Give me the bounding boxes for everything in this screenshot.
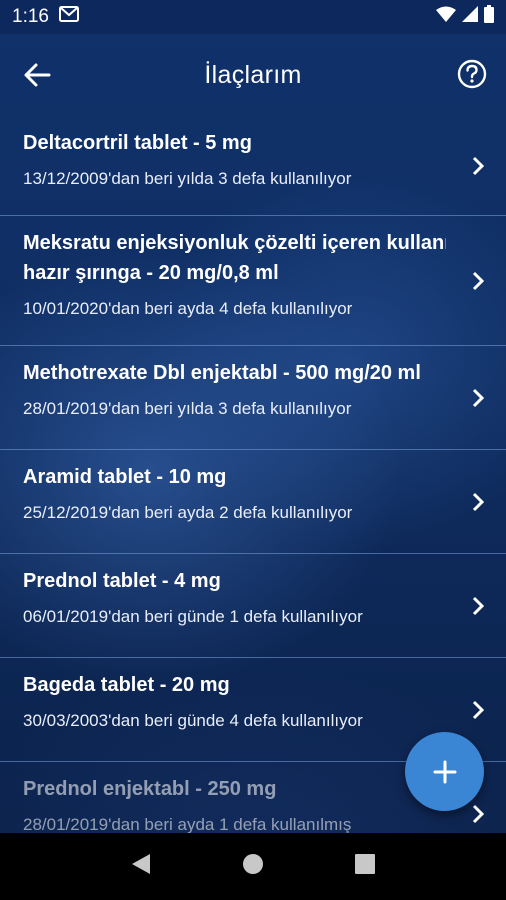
plus-icon	[433, 760, 456, 783]
medication-list: Deltacortril tablet - 5 mg 13/12/2009'da…	[0, 116, 506, 833]
medication-detail: 10/01/2020'dan beri ayda 4 defa kullanıl…	[23, 299, 353, 318]
medication-detail: 30/03/2003'dan beri günde 4 defa kullanı…	[23, 711, 363, 730]
battery-icon	[484, 5, 494, 29]
medication-name: Prednol enjektabl - 250 mg	[23, 778, 277, 800]
medication-detail: 06/01/2019'dan beri günde 1 defa kullanı…	[23, 607, 363, 626]
gmail-icon	[58, 6, 79, 28]
medication-detail: 28/01/2019'dan beri ayda 1 defa kullanıl…	[23, 815, 352, 833]
medication-item[interactable]: Aramid tablet - 10 mg 25/12/2019'dan ber…	[0, 450, 506, 554]
back-triangle-icon[interactable]	[130, 852, 152, 881]
chevron-right-icon	[472, 271, 485, 290]
help-button[interactable]	[456, 58, 488, 90]
status-time: 1:16	[12, 6, 49, 27]
back-button[interactable]	[22, 60, 52, 90]
status-bar: 1:16	[0, 0, 506, 34]
medication-name-line1: Meksratu enjeksiyonluk çözelti içeren ku…	[23, 232, 446, 254]
app-bar: İlaçlarım	[0, 34, 506, 116]
medication-name: Methotrexate Dbl enjektabl - 500 mg/20 m…	[23, 362, 421, 384]
medication-name: Prednol tablet - 4 mg	[23, 570, 221, 592]
help-circle-icon	[457, 59, 487, 89]
chevron-right-icon	[472, 700, 485, 719]
chevron-right-icon	[472, 492, 485, 511]
medication-detail: 13/12/2009'dan beri yılda 3 defa kullanı…	[23, 169, 352, 188]
medication-name-line2: hazır şırınga - 20 mg/0,8 ml	[23, 262, 279, 284]
medication-item[interactable]: Deltacortril tablet - 5 mg 13/12/2009'da…	[0, 116, 506, 216]
medication-item[interactable]: Methotrexate Dbl enjektabl - 500 mg/20 m…	[0, 346, 506, 450]
medication-name: Bageda tablet - 20 mg	[23, 674, 230, 696]
medication-name: Deltacortril tablet - 5 mg	[23, 132, 252, 154]
medication-item[interactable]: Prednol tablet - 4 mg 06/01/2019'dan ber…	[0, 554, 506, 658]
recents-square-icon[interactable]	[354, 853, 376, 880]
wifi-icon	[436, 6, 456, 28]
medication-item[interactable]: Meksratu enjeksiyonluk çözelti içeren ku…	[0, 216, 506, 346]
page-title: İlaçlarım	[204, 60, 302, 89]
home-circle-icon[interactable]	[241, 852, 265, 881]
chevron-right-icon	[472, 596, 485, 615]
medication-detail: 25/12/2019'dan beri ayda 2 defa kullanıl…	[23, 503, 353, 522]
arrow-left-icon	[24, 63, 51, 87]
add-medication-button[interactable]	[405, 732, 484, 811]
medication-detail: 28/01/2019'dan beri yılda 3 defa kullanı…	[23, 399, 352, 418]
system-nav-bar	[0, 833, 506, 900]
chevron-right-icon	[472, 156, 485, 175]
medication-name: Aramid tablet - 10 mg	[23, 466, 227, 488]
chevron-right-icon	[472, 804, 485, 824]
chevron-right-icon	[472, 388, 485, 407]
signal-icon	[462, 6, 478, 28]
